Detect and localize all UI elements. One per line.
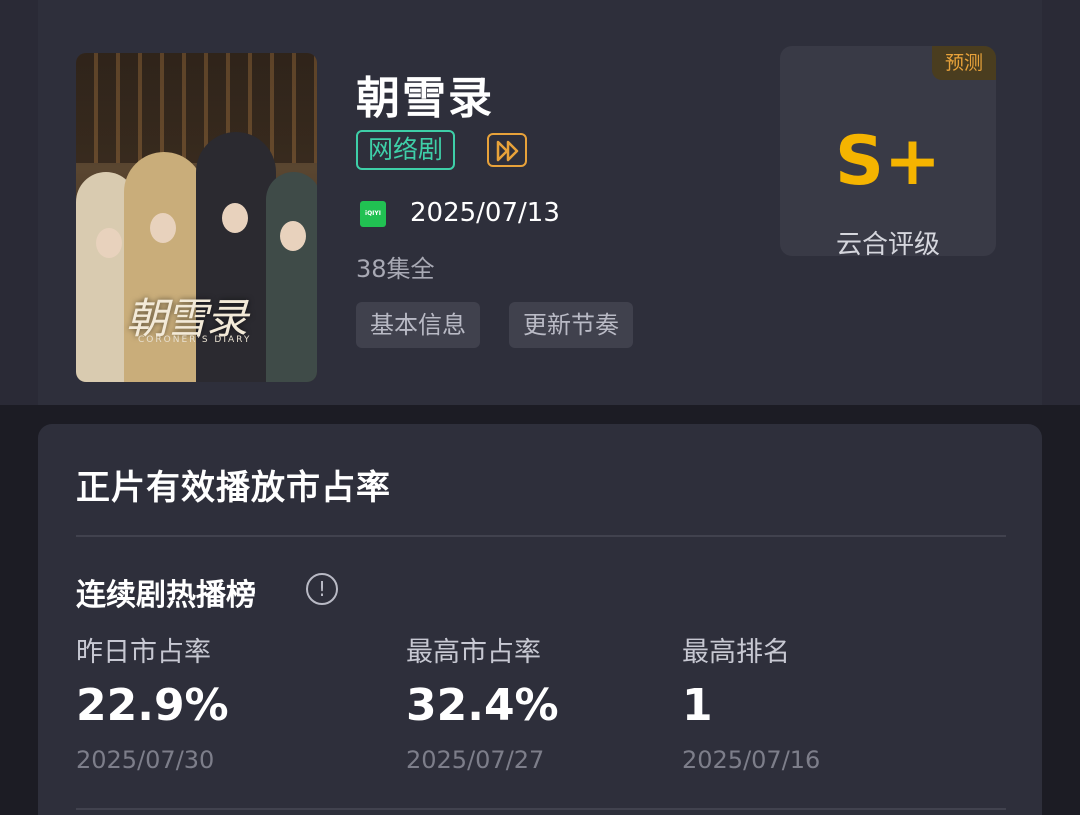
- stat-label-peak-share: 最高市占率: [406, 637, 541, 668]
- poster-face: [222, 203, 248, 233]
- stat-value-peak-share: 32.4%: [406, 680, 559, 731]
- stat-label-peak-rank: 最高排名: [682, 637, 790, 668]
- genre-tag: 网络剧: [356, 130, 456, 170]
- stat-date-peak-rank: 2025/07/16: [682, 746, 821, 774]
- section-title: 正片有效播放市占率: [76, 468, 391, 508]
- poster-face: [280, 221, 306, 251]
- release-date: 2025/07/13: [410, 198, 560, 228]
- stat-date-peak-share: 2025/07/27: [406, 746, 545, 774]
- poster-background: [76, 53, 317, 163]
- rating-label: 云合评级: [835, 230, 940, 260]
- stat-value-peak-rank: 1: [682, 680, 713, 731]
- episode-count: 38集全: [356, 255, 435, 283]
- poster-figure: [266, 172, 317, 382]
- stat-value-yesterday: 22.9%: [76, 680, 229, 731]
- poster-figure: [124, 152, 204, 382]
- poster-subtitle-art: CORONER'S DIARY: [138, 335, 252, 345]
- list-title: 连续剧热播榜: [76, 578, 256, 613]
- stat-date-yesterday: 2025/07/30: [76, 746, 215, 774]
- divider: [76, 808, 1006, 810]
- divider: [76, 535, 1006, 537]
- poster-face: [150, 213, 176, 243]
- info-icon[interactable]: !: [306, 573, 338, 605]
- rating-grade: S+: [835, 122, 941, 201]
- stat-label-yesterday: 昨日市占率: [76, 637, 211, 668]
- play-icon[interactable]: [487, 133, 527, 167]
- poster-face: [96, 228, 122, 258]
- show-poster[interactable]: 朝雪录 CORONER'S DIARY: [76, 53, 317, 382]
- prediction-badge: 预测: [932, 46, 996, 80]
- update-schedule-button[interactable]: 更新节奏: [509, 302, 633, 348]
- iqiyi-icon: iQIYI: [360, 201, 386, 227]
- rating-card[interactable]: 预测 S+ 云合评级: [780, 46, 996, 260]
- basic-info-button[interactable]: 基本信息: [356, 302, 480, 348]
- show-title: 朝雪录: [356, 73, 494, 124]
